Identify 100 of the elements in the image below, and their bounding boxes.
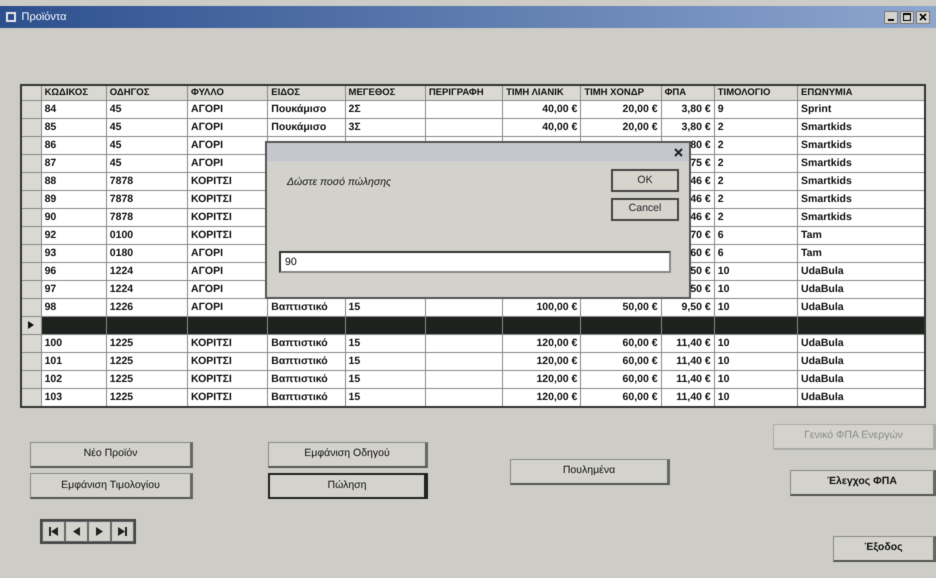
table-cell: 1225 xyxy=(106,370,188,389)
table-cell: 11,40 € xyxy=(661,370,714,389)
table-cell: 85 xyxy=(41,118,106,137)
row-header[interactable] xyxy=(21,316,42,335)
form-button[interactable]: Πώληση xyxy=(268,473,428,500)
table-cell: ΚΟΡΙΤΣΙ xyxy=(188,352,268,371)
row-header[interactable] xyxy=(21,172,42,191)
table-cell: 60,00 € xyxy=(580,370,662,389)
table-cell: 1225 xyxy=(106,334,188,353)
table-cell: 88 xyxy=(41,172,106,191)
column-header[interactable]: ΕΙΔΟΣ xyxy=(268,85,346,101)
table-cell: 15 xyxy=(345,352,426,371)
row-header[interactable] xyxy=(21,280,42,299)
table-cell: 10 xyxy=(714,352,798,371)
table-cell: ΑΓΟΡΙ xyxy=(188,118,268,137)
table-cell: 45 xyxy=(106,154,188,173)
next-record-button[interactable] xyxy=(88,521,111,542)
table-cell: 7878 xyxy=(106,208,188,227)
table-cell: 6 xyxy=(714,226,798,245)
table-cell: 45 xyxy=(106,100,188,119)
table-cell: 60,00 € xyxy=(580,334,662,353)
form-button[interactable]: Εμφάνιση Οδηγού xyxy=(268,442,428,468)
table-cell: 89 xyxy=(41,190,106,209)
row-header[interactable] xyxy=(21,100,42,119)
prompt-text: Δώστε ποσό πώλησης xyxy=(287,174,392,190)
table-cell: 3,80 € xyxy=(661,100,714,119)
first-record-button[interactable] xyxy=(42,521,65,542)
table-cell: 11,40 € xyxy=(661,334,714,353)
window-title: Προϊόντα xyxy=(22,10,66,25)
cancel-button[interactable]: Cancel xyxy=(611,198,679,220)
table-cell: 100 xyxy=(41,334,106,353)
previous-record-button[interactable] xyxy=(65,521,88,542)
skip-back-icon xyxy=(49,527,58,536)
table-cell: 120,00 € xyxy=(502,352,581,371)
skip-forward-icon xyxy=(118,527,127,536)
last-record-button[interactable] xyxy=(111,521,134,542)
table-cell: 10 xyxy=(714,280,798,299)
form-button[interactable]: Έλεγχος ΦΠΑ xyxy=(790,470,936,496)
form-button[interactable]: Νέο Προϊόν xyxy=(30,442,193,468)
row-header[interactable] xyxy=(21,136,42,155)
table-cell: 90 xyxy=(41,208,106,227)
forward-icon xyxy=(96,527,103,536)
close-icon[interactable] xyxy=(674,148,683,156)
row-header[interactable] xyxy=(21,226,42,245)
form-button[interactable]: Εμφάνιση Τιμολογίου xyxy=(30,473,193,500)
row-header[interactable] xyxy=(21,298,42,317)
row-header[interactable] xyxy=(21,154,42,173)
column-header[interactable]: ΟΔΗΓΟΣ xyxy=(106,85,188,101)
table-cell: 120,00 € xyxy=(502,370,581,389)
table-cell: 97 xyxy=(41,280,106,299)
close-icon xyxy=(919,13,927,21)
column-header[interactable]: ΚΩΔΙΚΟΣ xyxy=(41,85,106,101)
table-cell: 92 xyxy=(41,226,106,245)
table-cell: 0100 xyxy=(106,226,188,245)
table-cell: Βαπτιστικό xyxy=(268,334,346,353)
row-header[interactable] xyxy=(21,190,42,209)
table-cell: ΑΓΟΡΙ xyxy=(188,100,268,119)
row-header[interactable] xyxy=(21,118,42,137)
table-cell: 101 xyxy=(41,352,106,371)
minimize-button[interactable] xyxy=(884,10,898,24)
maximize-button[interactable] xyxy=(900,10,914,24)
row-header[interactable] xyxy=(21,388,42,407)
table-cell: 1224 xyxy=(106,280,188,299)
column-header[interactable]: ΜΕΓΕΘΟΣ xyxy=(345,85,426,101)
column-header[interactable]: ΕΠΩΝΥΜΙΑ xyxy=(798,85,925,101)
table-cell: 2 xyxy=(714,154,798,173)
table-cell: 7878 xyxy=(106,190,188,209)
column-header[interactable]: ΦΠΑ xyxy=(661,85,714,101)
row-header[interactable] xyxy=(21,352,42,371)
table-cell: 1224 xyxy=(106,262,188,281)
row-header[interactable] xyxy=(21,244,42,263)
table-cell: 84 xyxy=(41,100,106,119)
table-cell: 15 xyxy=(345,334,426,353)
table-cell: 93 xyxy=(41,244,106,263)
row-header[interactable] xyxy=(21,370,42,389)
column-header[interactable]: ΤΙΜΗ ΧΟΝΔΡ xyxy=(580,85,662,101)
row-header[interactable] xyxy=(21,334,42,353)
column-header[interactable]: ΠΕΡΙΓΡΑΦΗ xyxy=(425,85,503,101)
row-header[interactable] xyxy=(21,208,42,227)
table-cell: Πουκάμισο xyxy=(268,100,346,119)
column-header[interactable]: ΤΙΜΟΛΟΓΙΟ xyxy=(714,85,798,101)
row-header[interactable] xyxy=(21,262,42,281)
table-cell: 9 xyxy=(714,100,798,119)
column-header[interactable]: ΤΙΜΗ ΛΙΑΝΙΚ xyxy=(502,85,581,101)
back-icon xyxy=(73,527,80,536)
table-cell: 96 xyxy=(41,262,106,281)
table-cell: 120,00 € xyxy=(502,334,581,353)
table-cell: 3,80 € xyxy=(661,118,714,137)
table-cell: 2 xyxy=(714,118,798,137)
table-cell: 20,00 € xyxy=(580,100,662,119)
column-header[interactable]: ΦΥΛΛΟ xyxy=(188,85,268,101)
table-cell: Πουκάμισο xyxy=(268,118,346,137)
form-button[interactable]: Έξοδος xyxy=(833,536,936,562)
input-field[interactable]: 90 xyxy=(279,250,671,272)
form-button[interactable]: Πουλημένα xyxy=(510,458,670,485)
ok-button[interactable]: OK xyxy=(611,169,679,192)
table-cell: 40,00 € xyxy=(502,118,581,137)
table-cell: 45 xyxy=(106,118,188,137)
close-button[interactable] xyxy=(916,10,930,24)
table-cell: 2 xyxy=(714,190,798,209)
